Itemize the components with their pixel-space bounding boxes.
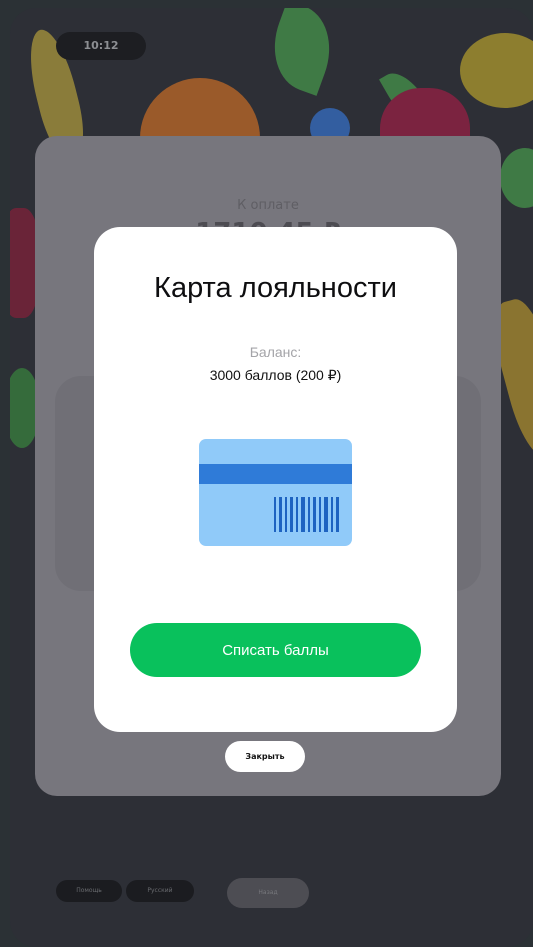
loyalty-card-modal: Карта лояльности Баланс: 3000 баллов (20… — [94, 227, 457, 732]
leaf-decoration — [260, 8, 344, 96]
time-badge: 10:12 — [56, 32, 146, 60]
back-button[interactable]: Назад — [227, 878, 309, 908]
language-button[interactable]: Русский — [126, 880, 194, 902]
redeem-points-button[interactable]: Списать баллы — [130, 623, 421, 677]
balance-value: 3000 баллов (200 ₽) — [209, 367, 342, 383]
close-button[interactable]: Закрыть — [225, 741, 305, 772]
lemon-decoration — [460, 33, 533, 108]
help-button[interactable]: Помощь — [56, 880, 122, 902]
payment-label: К оплате — [237, 198, 299, 213]
loyalty-card-icon — [199, 439, 352, 546]
leaf-decoration — [500, 148, 533, 208]
balance-label: Баланс: — [249, 344, 302, 360]
modal-title: Карта лояльности — [154, 272, 397, 304]
